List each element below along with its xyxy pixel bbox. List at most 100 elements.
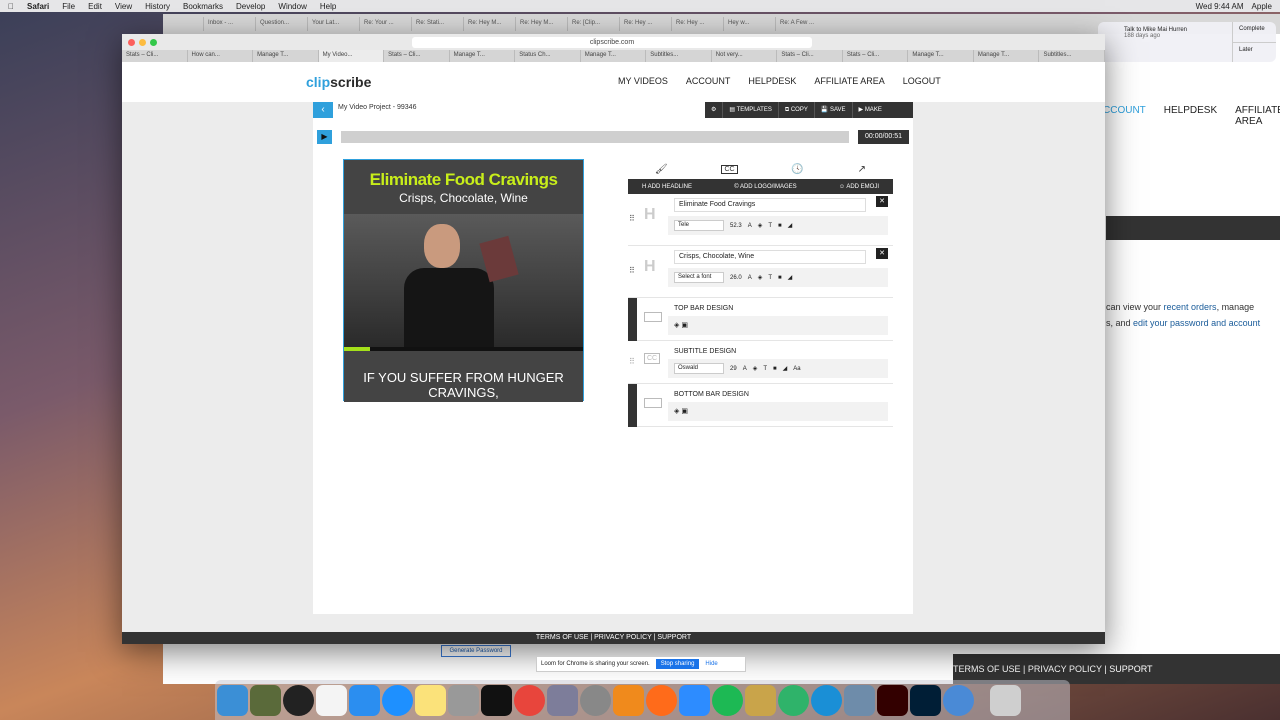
share-icon[interactable]: ↗ <box>858 164 866 175</box>
play-button[interactable]: ▶ <box>317 130 332 144</box>
preview-subtitle[interactable]: IF YOU SUFFER FROM HUNGER CRAVINGS, <box>363 370 564 400</box>
text-size-icon[interactable]: A <box>743 366 747 372</box>
fill-color-icon[interactable]: ◈ <box>758 274 763 281</box>
clock[interactable]: Wed 9:44 AM <box>1196 2 1244 11</box>
minimize-window-icon[interactable] <box>139 38 146 46</box>
menu-view[interactable]: View <box>115 2 132 11</box>
back-button[interactable]: ‹ <box>313 102 333 118</box>
browser-tab[interactable]: Not very... <box>712 50 778 62</box>
background-tab[interactable]: Re: Hey M... <box>515 17 567 31</box>
menu-edit[interactable]: Edit <box>88 2 102 11</box>
background-tab[interactable]: Re: Your ... <box>359 17 411 31</box>
settings-gear-icon[interactable]: ⚙ <box>705 102 724 118</box>
menu-app-name[interactable]: Safari <box>27 2 49 11</box>
bg-nav-affiliate[interactable]: AFFILIATE AREA <box>1235 105 1280 127</box>
text-size-icon[interactable]: A <box>748 275 752 281</box>
image-icon[interactable]: ▣ <box>681 408 688 415</box>
edit-password-link[interactable]: edit your password and account <box>1133 318 1260 328</box>
subheadline-text-input[interactable]: Crisps, Chocolate, Wine <box>674 250 866 264</box>
firefox-icon[interactable] <box>646 684 677 716</box>
nav-helpdesk[interactable]: HELPDESK <box>748 76 796 86</box>
background-color-icon[interactable]: ■ <box>778 275 782 281</box>
top-bar[interactable]: Eliminate Food Cravings Crisps, Chocolat… <box>344 160 583 214</box>
menu-history[interactable]: History <box>145 2 170 11</box>
chrome-icon[interactable] <box>514 684 545 716</box>
fill-color-icon[interactable]: ◈ <box>674 322 679 329</box>
browser-tab[interactable]: Stats – Cli... <box>843 50 909 62</box>
chrome-canary-icon[interactable] <box>943 684 974 716</box>
add-emoji-button[interactable]: ☺ ADD EMOJI <box>839 184 879 190</box>
apple-menu-icon[interactable]:  <box>8 2 14 11</box>
system-preferences-icon[interactable] <box>580 684 611 716</box>
browser-tab[interactable]: Manage T... <box>908 50 974 62</box>
spotify-icon[interactable] <box>712 684 743 716</box>
fill-color-icon[interactable]: ◈ <box>674 408 679 415</box>
browser-tab[interactable]: Status Ch... <box>515 50 581 62</box>
add-headline-button[interactable]: H ADD HEADLINE <box>642 184 692 190</box>
obs-icon[interactable] <box>283 684 314 716</box>
notification[interactable]: Talk to Mike Mai Hurren 188 days ago Com… <box>1098 22 1276 62</box>
app-store-icon[interactable] <box>349 684 380 716</box>
save-button[interactable]: 💾 SAVE <box>815 102 853 118</box>
background-tab[interactable]: Hey w... <box>723 17 775 31</box>
nav-logout[interactable]: LOGOUT <box>903 76 941 86</box>
background-tab[interactable]: Your Lat... <box>307 17 359 31</box>
photoshop-icon[interactable] <box>910 684 941 716</box>
footer-links[interactable]: TERMS OF USE | PRIVACY POLICY | SUPPORT <box>536 634 691 641</box>
vlc-icon[interactable] <box>613 684 644 716</box>
browser-tab[interactable]: Stats – Cli... <box>777 50 843 62</box>
app-icon[interactable] <box>250 684 281 716</box>
background-tab[interactable]: Re: A Few ... <box>775 17 827 31</box>
app-icon[interactable] <box>811 684 842 716</box>
image-icon[interactable]: ▣ <box>681 322 688 329</box>
background-tab[interactable]: Re: Hey M... <box>463 17 515 31</box>
background-tab[interactable]: Re: Hey ... <box>619 17 671 31</box>
text-style-icon[interactable]: T <box>768 223 772 229</box>
templates-button[interactable]: ▤ TEMPLATES <box>723 102 779 118</box>
font-size-value[interactable]: 26.0 <box>730 275 742 281</box>
menu-file[interactable]: File <box>62 2 75 11</box>
browser-tab[interactable]: Manage T... <box>581 50 647 62</box>
subtitle-font-select[interactable]: Oswald <box>674 363 724 374</box>
atom-icon[interactable] <box>778 684 809 716</box>
font-select[interactable]: Tele <box>674 220 724 231</box>
captions-icon[interactable]: CC <box>721 164 738 174</box>
browser-tab[interactable]: Subtitles... <box>646 50 712 62</box>
fill-color-icon[interactable]: ◈ <box>758 222 763 229</box>
caption-case-icon[interactable]: Aa <box>793 366 800 372</box>
close-icon[interactable]: ✕ <box>876 248 888 259</box>
background-tab[interactable]: Re: [Clip... <box>567 17 619 31</box>
clock-icon[interactable]: 🕓 <box>791 164 803 175</box>
bg-nav-account[interactable]: CCOUNT <box>1103 105 1146 127</box>
shadow-icon[interactable]: ◢ <box>788 274 793 281</box>
browser-tab[interactable]: Manage T... <box>253 50 319 62</box>
text-size-icon[interactable]: A <box>748 223 752 229</box>
nav-account[interactable]: ACCOUNT <box>686 76 731 86</box>
terminal-icon[interactable] <box>481 684 512 716</box>
calendar-icon[interactable] <box>316 684 347 716</box>
video-preview[interactable]: Eliminate Food Cravings Crisps, Chocolat… <box>343 159 584 402</box>
app-icon[interactable] <box>745 684 776 716</box>
copy-button[interactable]: ⧉ COPY <box>779 102 815 118</box>
later-button[interactable]: Later <box>1233 42 1276 62</box>
bg-nav-helpdesk[interactable]: HELPDESK <box>1164 105 1217 127</box>
trash-icon[interactable] <box>990 684 1021 716</box>
bg-footer-links[interactable]: TERMS OF USE | PRIVACY POLICY | SUPPORT <box>953 664 1153 674</box>
zoom-window-icon[interactable] <box>150 38 157 46</box>
font-size-value[interactable]: 52.3 <box>730 223 742 229</box>
browser-tab[interactable]: Manage T... <box>974 50 1040 62</box>
browser-tab[interactable]: Manage T... <box>450 50 516 62</box>
preview-icon[interactable] <box>844 684 875 716</box>
background-tab[interactable]: Re: Stati... <box>411 17 463 31</box>
timeline-track[interactable] <box>341 131 849 143</box>
site-logo[interactable]: clipscribe <box>306 74 371 90</box>
drag-handle-icon[interactable]: ⠿ <box>629 266 635 275</box>
shadow-icon[interactable]: ◢ <box>788 222 793 229</box>
recent-orders-link[interactable]: recent orders <box>1164 302 1217 312</box>
background-color-icon[interactable]: ■ <box>773 366 777 372</box>
nav-my-videos[interactable]: MY VIDEOS <box>618 76 668 86</box>
calculator-icon[interactable] <box>448 684 479 716</box>
zoom-icon[interactable] <box>679 684 710 716</box>
headline-text-input[interactable]: Eliminate Food Cravings <box>674 198 866 212</box>
subtitle-size-value[interactable]: 29 <box>730 366 737 372</box>
